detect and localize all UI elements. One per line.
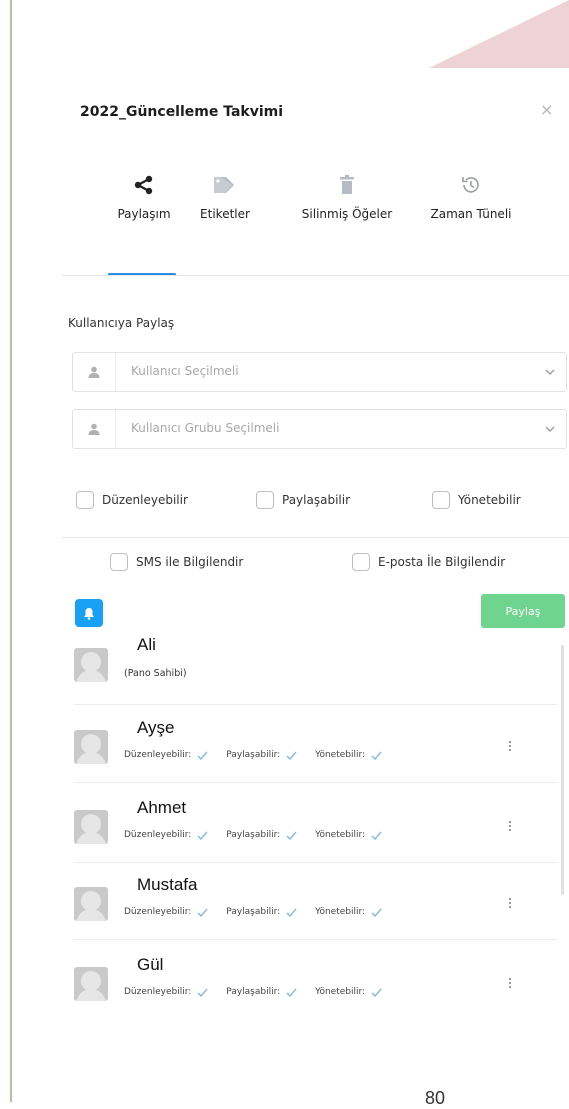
checkbox-label: SMS ile Bilgilendir <box>136 555 244 569</box>
perm-label: Paylaşabilir: <box>226 987 281 997</box>
check-icon <box>371 908 382 917</box>
row-divider <box>74 704 557 705</box>
divider <box>62 537 569 538</box>
permission-list: Düzenleyebilir: Paylaşabilir: Yönetebili… <box>124 830 400 840</box>
user-icon <box>73 353 116 391</box>
check-icon <box>286 751 297 760</box>
user-row: Ayşe Düzenleyebilir: Paylaşabilir: Yönet… <box>62 718 557 788</box>
tab-tags[interactable]: Etiketler <box>190 165 260 221</box>
perm-label: Yönetebilir: <box>315 987 366 997</box>
avatar <box>74 887 108 921</box>
perm-label: Düzenleyebilir: <box>124 750 192 760</box>
perm-label: Düzenleyebilir: <box>124 987 192 997</box>
perm-label: Düzenleyebilir: <box>124 830 192 840</box>
chevron-down-icon <box>544 363 556 382</box>
avatar <box>74 730 108 764</box>
check-icon <box>371 751 382 760</box>
tab-label: Silinmiş Öğeler <box>301 207 393 221</box>
user-select[interactable]: Kullanıcı Seçilmeli <box>72 352 567 392</box>
check-icon <box>197 988 208 997</box>
avatar <box>74 810 108 844</box>
scrollbar[interactable] <box>561 645 564 895</box>
perm-label: Yönetebilir: <box>315 830 366 840</box>
tab-timeline[interactable]: Zaman Tüneli <box>410 165 532 221</box>
checkbox-box[interactable] <box>432 491 450 509</box>
permission-list: Düzenleyebilir: Paylaşabilir: Yönetebili… <box>124 987 400 997</box>
share-icon <box>100 165 188 205</box>
row-divider <box>74 782 557 783</box>
user-row: Ahmet Düzenleyebilir: Paylaşabilir: Yöne… <box>62 798 557 868</box>
tab-sharing[interactable]: Paylaşım <box>100 165 188 221</box>
bell-icon <box>84 607 94 620</box>
tab-divider <box>62 275 569 276</box>
dialog-title: 2022_Güncelleme Takvimi <box>80 104 284 120</box>
checkbox-email-notify[interactable]: E-posta İle Bilgilendir <box>352 553 505 571</box>
checkbox-label: Yönetebilir <box>458 493 521 507</box>
check-icon <box>286 908 297 917</box>
user-name: Mustafa <box>137 875 198 894</box>
row-divider <box>74 862 557 863</box>
user-name: Ayşe <box>137 718 175 737</box>
more-options-icon[interactable] <box>506 977 514 989</box>
check-icon <box>371 831 382 840</box>
more-options-icon[interactable] <box>506 820 514 832</box>
check-icon <box>197 751 208 760</box>
more-options-icon[interactable] <box>506 740 514 752</box>
perm-label: Yönetebilir: <box>315 907 366 917</box>
tag-icon <box>190 165 260 205</box>
close-icon[interactable]: × <box>540 100 553 119</box>
check-icon <box>197 831 208 840</box>
page-margin-rule <box>10 0 12 1102</box>
tab-label: Zaman Tüneli <box>430 207 512 221</box>
avatar <box>74 648 108 682</box>
checkbox-box[interactable] <box>256 491 274 509</box>
row-divider <box>74 939 557 940</box>
chevron-down-icon <box>544 420 556 439</box>
checkbox-can-share[interactable]: Paylaşabilir <box>256 491 350 509</box>
checkbox-label: E-posta İle Bilgilendir <box>378 555 506 569</box>
page-number: 80 <box>425 1088 446 1108</box>
user-name: Ali <box>137 635 156 654</box>
checkbox-box[interactable] <box>76 491 94 509</box>
owner-note: (Pano Sahibi) <box>124 668 187 679</box>
check-icon <box>286 831 297 840</box>
avatar <box>74 967 108 1001</box>
perm-label: Paylaşabilir: <box>226 830 281 840</box>
decorative-corner <box>429 0 569 68</box>
check-icon <box>371 988 382 997</box>
user-name: Ahmet <box>137 798 187 817</box>
checkbox-sms-notify[interactable]: SMS ile Bilgilendir <box>110 553 243 571</box>
check-icon <box>286 988 297 997</box>
checkbox-label: Düzenleyebilir <box>102 493 188 507</box>
checkbox-can-manage[interactable]: Yönetebilir <box>432 491 521 509</box>
checkbox-can-edit[interactable]: Düzenleyebilir <box>76 491 188 509</box>
group-select-placeholder: Kullanıcı Grubu Seçilmeli <box>131 421 280 435</box>
checkbox-box[interactable] <box>352 553 370 571</box>
user-name: Gül <box>137 955 164 974</box>
user-select-placeholder: Kullanıcı Seçilmeli <box>131 364 239 378</box>
permission-list: Düzenleyebilir: Paylaşabilir: Yönetebili… <box>124 750 400 760</box>
user-icon <box>73 410 116 448</box>
history-icon <box>410 165 532 205</box>
tab-label: Paylaşım <box>117 207 171 221</box>
section-label: Kullanıcıya Paylaş <box>68 316 175 330</box>
perm-label: Düzenleyebilir: <box>124 907 192 917</box>
check-icon <box>197 908 208 917</box>
perm-label: Yönetebilir: <box>315 750 366 760</box>
share-button[interactable]: Paylaş <box>481 594 565 628</box>
owner-row: Ali (Pano Sahibi) <box>62 632 557 705</box>
tab-label: Etiketler <box>200 207 250 221</box>
user-row: Gül Düzenleyebilir: Paylaşabilir: Yönete… <box>62 955 557 1025</box>
checkbox-box[interactable] <box>110 553 128 571</box>
perm-label: Paylaşabilir: <box>226 907 281 917</box>
perm-label: Paylaşabilir: <box>226 750 281 760</box>
more-options-icon[interactable] <box>506 897 514 909</box>
checkbox-label: Paylaşabilir <box>282 493 350 507</box>
tab-deleted-items[interactable]: Silinmiş Öğeler <box>288 165 406 221</box>
permission-list: Düzenleyebilir: Paylaşabilir: Yönetebili… <box>124 907 400 917</box>
user-row: Mustafa Düzenleyebilir: Paylaşabilir: Yö… <box>62 875 557 945</box>
notification-button[interactable] <box>75 599 103 627</box>
trash-icon <box>288 165 406 205</box>
user-group-select[interactable]: Kullanıcı Grubu Seçilmeli <box>72 409 567 449</box>
